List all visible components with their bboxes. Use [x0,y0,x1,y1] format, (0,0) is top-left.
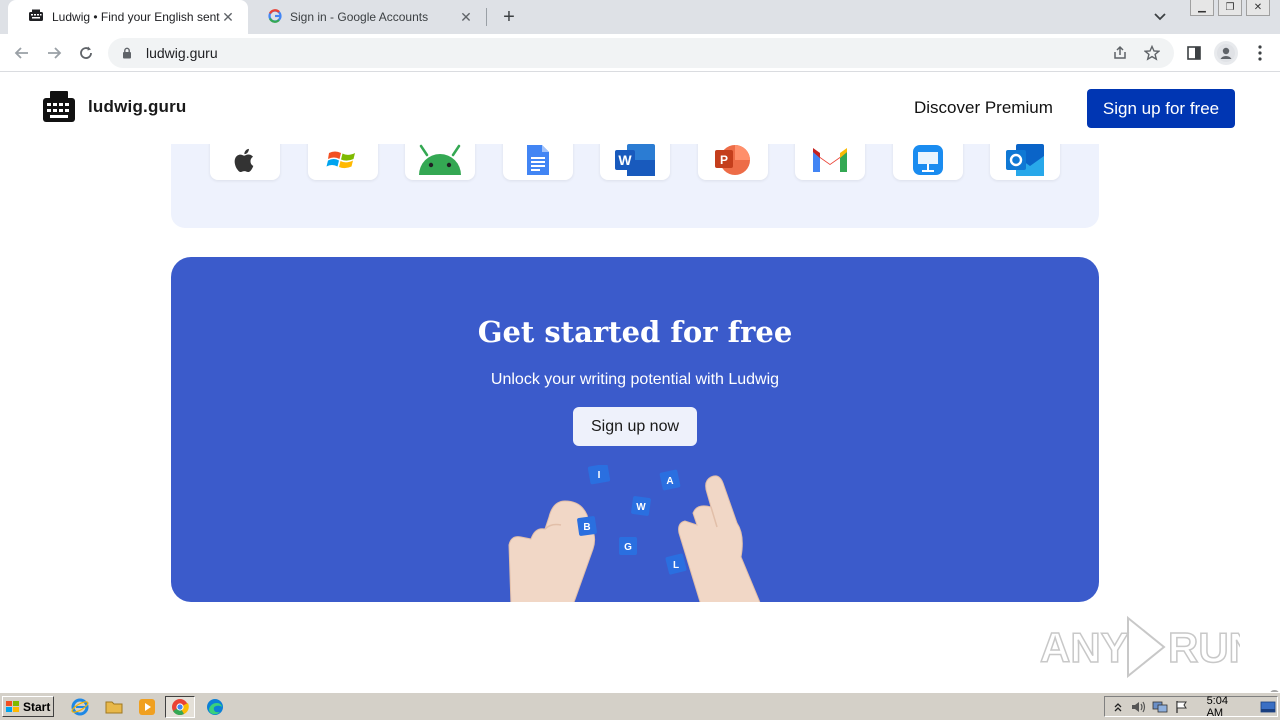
anyrun-watermark: ANY RUN [1040,615,1240,679]
restore-icon[interactable]: ❐ [1218,0,1242,16]
cta-title: Get started for free [477,315,793,349]
start-button[interactable]: Start [2,696,54,717]
discover-premium-link[interactable]: Discover Premium [914,98,1053,118]
side-panel-icon[interactable] [1182,41,1206,65]
get-started-banner: Get started for free Unlock your writing… [171,257,1099,602]
window-controls: ▁ ❐ ✕ [1190,0,1270,16]
svg-text:P: P [720,153,728,167]
tab-title: Sign in - Google Accounts [290,10,429,24]
windows-flag-icon [6,700,20,713]
tab-title: Ludwig • Find your English sentence [52,10,220,24]
media-player-icon[interactable] [137,697,157,717]
close-icon[interactable]: ✕ [220,9,236,25]
google-docs-icon[interactable] [503,140,573,180]
watermark-text-right: RUN [1168,624,1240,671]
minimize-icon[interactable]: ▁ [1190,0,1214,16]
chrome-icon[interactable] [165,696,195,718]
typewriter-icon [28,9,44,26]
letter-tile-text: I [598,470,601,481]
letter-tile-text: G [624,542,632,553]
google-icon [268,8,282,26]
cta-subtitle: Unlock your writing potential with Ludwi… [490,371,780,388]
letter-tile-text: W [636,502,646,513]
folder-icon[interactable] [104,697,124,717]
hands-typing-illustration: I A W B G L [508,465,761,602]
internet-explorer-icon[interactable] [70,697,90,717]
letter-tile: L [665,553,687,575]
sign-up-for-free-button[interactable]: Sign up for free [1087,89,1235,128]
tray-expand-icon[interactable] [1109,699,1126,715]
keynote-icon[interactable] [893,140,963,180]
letter-tile-text: A [666,476,673,487]
apple-icon[interactable] [210,140,280,180]
taskbar-clock: 5:04 AM [1206,694,1228,719]
gmail-icon[interactable] [795,140,865,180]
chevron-down-icon[interactable] [1150,8,1170,26]
letter-tile: I [587,465,611,485]
back-icon[interactable] [10,41,34,65]
bookmark-star-icon[interactable] [1144,38,1160,68]
lock-icon[interactable] [122,46,136,60]
letter-tile-text: B [583,522,590,533]
start-label: Start [23,699,51,714]
letter-tile: B [577,516,597,536]
reload-icon[interactable] [74,41,98,65]
android-icon[interactable] [405,140,475,180]
watermark-text-left: ANY [1040,624,1129,671]
show-desktop-icon[interactable] [1260,699,1277,715]
windows-icon[interactable] [308,140,378,180]
volume-icon[interactable] [1130,699,1147,715]
url-text: ludwig.guru [146,45,218,61]
outlook-icon[interactable] [990,140,1060,180]
tab-google-signin[interactable]: Sign in - Google Accounts ✕ [248,0,486,34]
letter-tile: W [631,496,651,516]
kebab-menu-icon[interactable] [1248,41,1272,65]
svg-text:W: W [618,152,632,168]
profile-avatar-icon[interactable] [1214,41,1238,65]
tab-strip: Ludwig • Find your English sentence ✕ Si… [0,0,1280,34]
system-tray: 5:04 AM [1104,694,1278,719]
letter-tile: G [619,537,637,555]
letter-tile: A [659,469,681,491]
tab-separator [486,8,487,26]
letter-tile-text: L [673,560,679,571]
network-icon[interactable] [1152,699,1169,715]
share-icon[interactable] [1112,38,1128,68]
word-icon[interactable]: W [600,140,670,180]
site-logo[interactable]: ludwig.guru [42,90,187,124]
powerpoint-icon[interactable]: P [698,140,768,180]
new-tab-button[interactable]: + [498,6,520,28]
close-icon[interactable]: ✕ [458,9,474,25]
flag-icon[interactable] [1173,699,1190,715]
tab-ludwig[interactable]: Ludwig • Find your English sentence ✕ [8,0,248,34]
forward-icon[interactable] [42,41,66,65]
browser-toolbar: ludwig.guru [0,34,1280,72]
edge-icon[interactable] [205,697,225,717]
windows-taskbar: Start 5:04 AM [0,692,1280,720]
sign-up-now-button[interactable]: Sign up now [573,407,697,446]
page-viewport: W P ludwig.guru Discover Premium Sign up… [0,72,1280,692]
window-close-icon[interactable]: ✕ [1246,0,1270,16]
address-bar[interactable]: ludwig.guru [108,38,1174,68]
typewriter-icon [42,90,76,124]
site-header: ludwig.guru Discover Premium Sign up for… [0,72,1280,144]
logo-text: ludwig.guru [88,97,187,116]
